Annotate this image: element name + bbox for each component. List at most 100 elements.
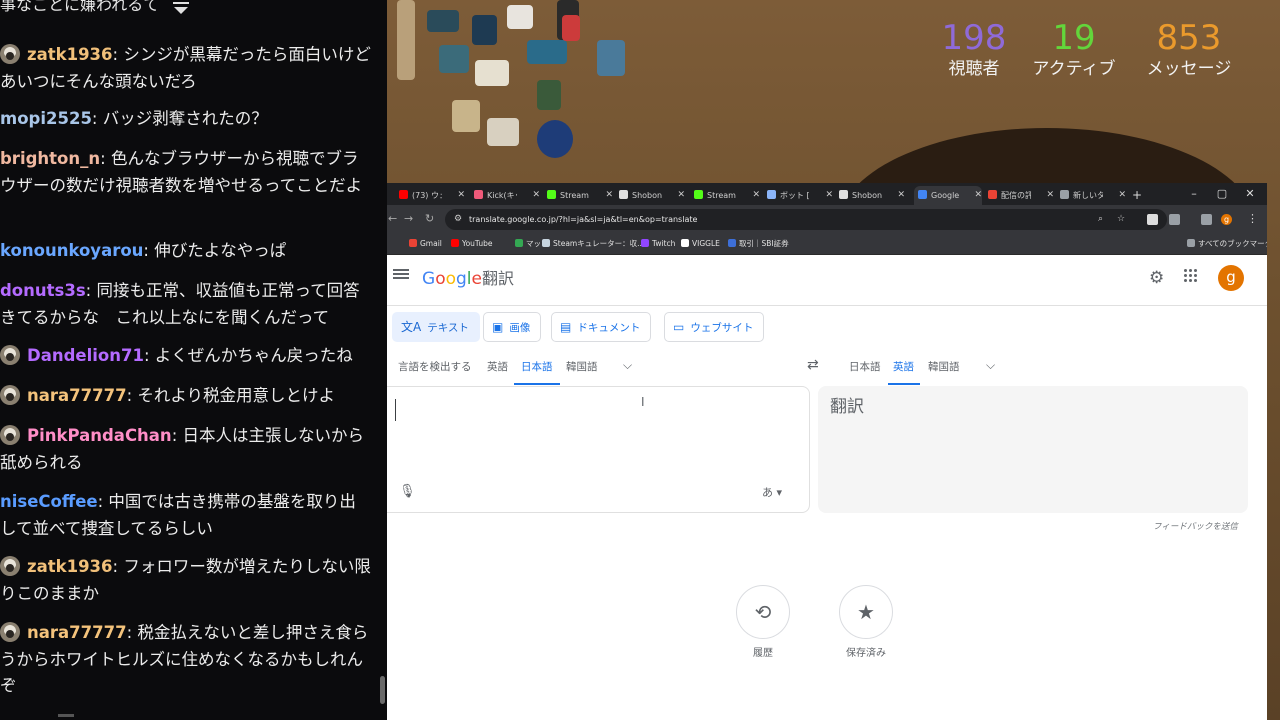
- bookmark-star-icon[interactable]: ☆: [1117, 209, 1125, 230]
- chat-username[interactable]: donuts3s: [0, 281, 86, 300]
- browser-toolbar: ← → ↻ ⚙ translate.google.co.jp/?hl=ja&sl…: [387, 205, 1267, 233]
- browser-tab[interactable]: Shobon ✕: [839, 186, 905, 205]
- tab-close-icon[interactable]: ✕: [605, 186, 613, 205]
- chat-username[interactable]: zatk1936: [27, 557, 113, 576]
- tab-close-icon[interactable]: ✕: [1118, 186, 1126, 205]
- bookmark-item[interactable]: 取引｜SBI証券: [728, 233, 789, 255]
- browser-tab[interactable]: Shobon ✕: [619, 186, 685, 205]
- tab-close-icon[interactable]: ✕: [457, 186, 465, 205]
- browser-tab[interactable]: Stream ✕: [694, 186, 760, 205]
- chat-username[interactable]: zatk1936: [27, 45, 113, 64]
- main-menu-icon[interactable]: [393, 267, 409, 281]
- bookmarks-bar: Gmail YouTube マップ Steamキュレーター：収... Twitch VIG…: [387, 233, 1267, 255]
- chat-username[interactable]: Dandelion71: [27, 346, 144, 365]
- forward-icon[interactable]: →: [404, 209, 413, 229]
- all-bookmarks-label: すべてのブックマーク: [1198, 239, 1267, 248]
- microphone-icon[interactable]: 🎙: [399, 484, 416, 499]
- all-bookmarks-button[interactable]: すべてのブックマーク: [1187, 233, 1267, 255]
- swap-languages-icon[interactable]: ⇄: [807, 357, 819, 373]
- tab-close-icon[interactable]: ✕: [1046, 186, 1054, 205]
- reload-icon[interactable]: ↻: [425, 209, 434, 229]
- bookmark-item[interactable]: YouTube: [451, 233, 493, 255]
- chat-separator: :: [100, 149, 111, 168]
- chat-username[interactable]: brighton_n: [0, 149, 100, 168]
- tab-favicon: [988, 190, 997, 199]
- reading-list-icon[interactable]: [1201, 214, 1212, 225]
- translation-output-area: 翻訳: [818, 386, 1248, 513]
- chat-message: konounkoyarou: 伸びたよなやっぱ: [0, 238, 372, 265]
- google-logo[interactable]: Google: [422, 268, 482, 290]
- source-language-tab[interactable]: 言語を検出する: [398, 359, 472, 375]
- collapse-icon[interactable]: [170, 0, 192, 18]
- address-bar[interactable]: ⚙ translate.google.co.jp/?hl=ja&sl=ja&tl…: [445, 209, 1167, 230]
- chat-username[interactable]: konounkoyarou: [0, 241, 143, 260]
- bookmark-item[interactable]: Twitch: [641, 233, 675, 255]
- mode-tab[interactable]: ▣ 画像: [483, 312, 542, 342]
- new-tab-button[interactable]: +: [1132, 186, 1142, 205]
- source-more-languages-icon[interactable]: ⌵: [623, 358, 632, 373]
- tab-title: (73) ウェ: [412, 191, 442, 200]
- bookmark-item[interactable]: VIGGLE: [681, 233, 720, 255]
- tab-close-icon[interactable]: ✕: [897, 186, 905, 205]
- logo-letter: o: [445, 269, 456, 289]
- chat-message: zatk1936: フォロワー数が増えたりしない限りこのままか: [0, 554, 372, 607]
- browser-tab[interactable]: Kick(キック ✕: [474, 186, 540, 205]
- tab-close-icon[interactable]: ✕: [974, 186, 982, 205]
- zoom-icon[interactable]: ⌕: [1098, 209, 1103, 230]
- settings-icon[interactable]: ⚙: [1149, 268, 1164, 288]
- chat-separator: :: [112, 557, 124, 576]
- maximize-button[interactable]: ▢: [1212, 183, 1232, 205]
- browser-menu-icon[interactable]: ⋮: [1247, 209, 1258, 229]
- mode-tab[interactable]: ▤ ドキュメント: [551, 312, 652, 342]
- browser-tab[interactable]: Google 翻 ✕: [914, 186, 982, 205]
- source-language-tab[interactable]: 日本語: [521, 359, 553, 375]
- tab-close-icon[interactable]: ✕: [677, 186, 685, 205]
- back-icon[interactable]: ←: [388, 209, 397, 229]
- minimize-button[interactable]: –: [1184, 183, 1204, 205]
- bookmark-item[interactable]: Gmail: [409, 233, 442, 255]
- target-more-languages-icon[interactable]: ⌵: [986, 358, 995, 373]
- chat-username[interactable]: nara77777: [27, 386, 127, 405]
- target-language-tab[interactable]: 韓国語: [928, 359, 960, 375]
- chat-username[interactable]: nara77777: [27, 623, 127, 642]
- history-button[interactable]: ⟲: [736, 585, 790, 639]
- browser-tab[interactable]: 配信の評 ✕: [988, 186, 1054, 205]
- chat-username[interactable]: niseCoffee: [0, 492, 98, 511]
- source-text-area[interactable]: I 🎙 あ ▾: [387, 386, 810, 513]
- site-info-icon[interactable]: ⚙: [454, 209, 462, 230]
- tab-favicon: [918, 190, 927, 199]
- tab-close-icon[interactable]: ✕: [825, 186, 833, 205]
- saved-label: 保存済み: [846, 648, 886, 659]
- account-avatar[interactable]: g: [1218, 265, 1244, 291]
- bookmark-item[interactable]: Steamキュレーター：収...: [542, 233, 644, 255]
- browser-tab[interactable]: Stream ✕: [547, 186, 613, 205]
- send-feedback-link[interactable]: フィードバックを送信: [1153, 520, 1238, 532]
- source-language-tab[interactable]: 英語: [487, 359, 508, 375]
- mode-tab[interactable]: ▭ ウェブサイト: [664, 312, 765, 342]
- target-language-tab[interactable]: 日本語: [849, 359, 881, 375]
- mouse-ibeam-cursor: I: [641, 395, 645, 409]
- apps-grid-icon[interactable]: [1184, 269, 1198, 283]
- extension-icon[interactable]: [1147, 214, 1158, 225]
- tab-strip: (73) ウェ✕Kick(キック✕Stream✕Shobon✕Stream✕ボッ…: [387, 183, 1267, 205]
- extensions-puzzle-icon[interactable]: [1169, 214, 1180, 225]
- chat-username[interactable]: mopi2525: [0, 109, 92, 128]
- chat-username[interactable]: PinkPandaChan: [27, 426, 172, 445]
- saved-button[interactable]: ★: [839, 585, 893, 639]
- ime-label: あ: [762, 486, 773, 499]
- browser-tab[interactable]: (73) ウェ ✕: [399, 186, 465, 205]
- tab-close-icon[interactable]: ✕: [752, 186, 760, 205]
- browser-tab[interactable]: 新しいタブ ✕: [1060, 186, 1126, 205]
- chat-scrollbar[interactable]: [380, 676, 385, 704]
- close-window-button[interactable]: ✕: [1240, 183, 1260, 205]
- chat-separator: :: [97, 492, 109, 511]
- tab-close-icon[interactable]: ✕: [532, 186, 540, 205]
- chat-separator: :: [126, 623, 138, 642]
- source-language-tab[interactable]: 韓国語: [566, 359, 598, 375]
- user-avatar: [0, 44, 20, 64]
- input-tools-button[interactable]: あ ▾: [762, 484, 782, 500]
- browser-tab[interactable]: ボット [F ✕: [767, 186, 833, 205]
- target-language-tab[interactable]: 英語: [893, 359, 914, 375]
- mode-tab[interactable]: 文A テキスト: [392, 312, 480, 342]
- profile-avatar[interactable]: g: [1221, 214, 1232, 225]
